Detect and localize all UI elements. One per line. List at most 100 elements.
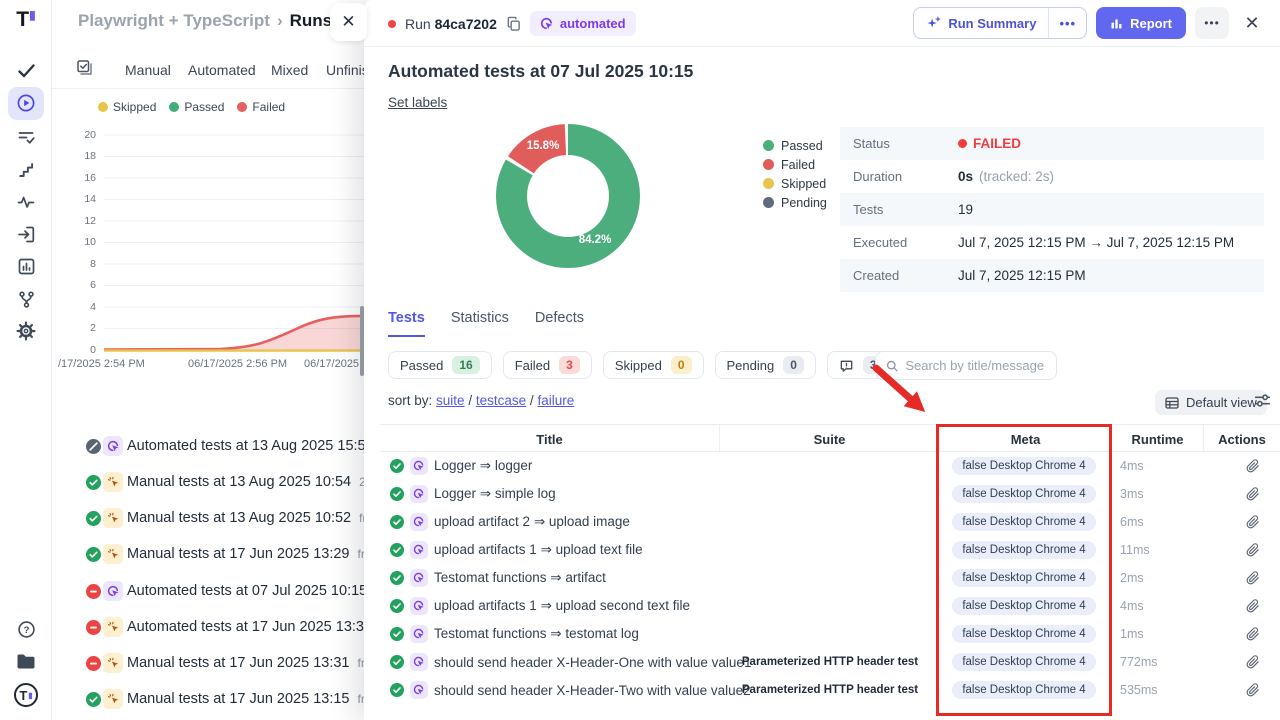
import-icon[interactable] — [0, 219, 52, 249]
filter-skipped[interactable]: Skipped0 — [603, 351, 704, 379]
test-suite — [720, 480, 940, 508]
tab-unfinished[interactable]: Unfinished — [326, 62, 365, 78]
test-result-row[interactable]: should send header X-Header-Two with val… — [380, 676, 1280, 704]
run-list-item[interactable]: Manual tests at 17 Jun 2025 13:29from — [52, 539, 365, 569]
runs-play-circle-icon[interactable] — [0, 88, 52, 118]
tab-automated[interactable]: Automated — [188, 62, 256, 78]
copy-run-id-icon[interactable] — [506, 16, 521, 32]
more-options-button[interactable]: ••• — [1195, 7, 1229, 39]
filter-failed[interactable]: Failed3 — [503, 351, 592, 379]
filter-pending[interactable]: Pending0 — [715, 351, 816, 379]
default-view-button[interactable]: Default view — [1155, 390, 1267, 415]
test-runtime: 3ms — [1120, 480, 1200, 508]
test-title: upload artifact 2 ⇒ upload image — [434, 508, 630, 536]
search-input[interactable] — [905, 358, 1046, 373]
run-title: Manual tests at 17 Jun 2025 13:15from — [127, 691, 365, 707]
attachment-action[interactable] — [1226, 620, 1280, 648]
manual-run-icon — [103, 689, 123, 709]
attachment-action[interactable] — [1226, 536, 1280, 564]
status-failed-icon — [86, 656, 101, 671]
check-nav-icon[interactable] — [0, 55, 52, 85]
legend-passed[interactable]: Passed — [763, 136, 827, 155]
test-result-row[interactable]: Logger ⇒ logger false Desktop Chrome 4 4… — [380, 452, 1280, 480]
run-list-item[interactable]: Manual tests at 17 Jun 2025 13:15from — [52, 684, 365, 714]
test-result-row[interactable]: upload artifacts 1 ⇒ upload second text … — [380, 592, 1280, 620]
drawer-close-x[interactable]: ✕ — [1238, 7, 1266, 39]
attachment-action[interactable] — [1226, 508, 1280, 536]
search-field[interactable] — [875, 351, 1057, 380]
run-list-item[interactable]: Manual tests at 13 Aug 2025 10:542 — [52, 467, 365, 497]
test-title: upload artifacts 1 ⇒ upload text file — [434, 536, 643, 564]
run-title: Automated tests at 07 Jul 2025 10:15 — [127, 583, 365, 599]
app-logo[interactable]: T▮ — [0, 8, 52, 32]
left-nav-rail: T▮ ? — [0, 0, 52, 720]
test-result-row[interactable]: Testomat functions ⇒ artifact false Desk… — [380, 564, 1280, 592]
activity-icon[interactable] — [0, 186, 52, 216]
test-result-row[interactable]: should send header X-Header-One with val… — [380, 648, 1280, 676]
legend-skipped[interactable]: Skipped — [98, 100, 156, 114]
help-icon[interactable]: ? — [0, 614, 52, 644]
breadcrumb-project[interactable]: Playwright + TypeScript — [78, 11, 270, 30]
sort-by-failure[interactable]: failure — [537, 393, 574, 408]
settings-gear-icon[interactable] — [0, 316, 52, 346]
test-suite — [720, 564, 940, 592]
sort-by-suite[interactable]: suite — [436, 393, 465, 408]
automated-icon — [540, 17, 554, 31]
tab-defects[interactable]: Defects — [535, 310, 584, 337]
column-settings-button[interactable] — [1254, 393, 1271, 413]
legend-pending[interactable]: Pending — [763, 193, 827, 212]
status-passed-icon — [86, 692, 101, 707]
svg-text:?: ? — [23, 625, 29, 636]
attachment-action[interactable] — [1226, 676, 1280, 704]
run-list-item[interactable]: Automated tests at 17 Jun 2025 13:30 — [52, 612, 365, 642]
sliders-icon — [1254, 393, 1271, 408]
report-chart-icon[interactable] — [0, 251, 52, 281]
select-runs-icon[interactable] — [76, 59, 93, 79]
filter-passed[interactable]: Passed16 — [388, 351, 492, 379]
test-result-row[interactable]: Logger ⇒ simple log false Desktop Chrome… — [380, 480, 1280, 508]
attachment-action[interactable] — [1226, 648, 1280, 676]
set-labels-link[interactable]: Set labels — [388, 95, 447, 110]
steps-icon[interactable] — [0, 154, 52, 184]
tab-mixed[interactable]: Mixed — [271, 62, 308, 78]
automated-test-icon — [410, 681, 428, 699]
list-check-icon[interactable] — [0, 122, 52, 152]
test-runtime: 2ms — [1120, 564, 1200, 592]
paperclip-icon — [1246, 683, 1260, 697]
test-result-row[interactable]: Testomat functions ⇒ testomat log false … — [380, 620, 1280, 648]
report-button[interactable]: Report — [1096, 7, 1186, 39]
bar-chart-icon — [1110, 17, 1123, 30]
attachment-action[interactable] — [1226, 480, 1280, 508]
projects-folder-icon[interactable] — [0, 646, 52, 676]
test-runtime: 4ms — [1120, 592, 1200, 620]
drawer-close-button[interactable]: ✕ — [330, 3, 367, 41]
run-summary-button[interactable]: Run Summary ••• — [913, 7, 1087, 39]
run-list-item[interactable]: Automated tests at 07 Jul 2025 10:15 — [52, 576, 365, 606]
profile-avatar[interactable]: T▮ — [0, 680, 52, 710]
test-result-row[interactable]: upload artifact 2 ⇒ upload image false D… — [380, 508, 1280, 536]
sort-by-testcase[interactable]: testcase — [476, 393, 526, 408]
paperclip-icon — [1246, 599, 1260, 613]
legend-skipped[interactable]: Skipped — [763, 174, 827, 193]
legend-failed[interactable]: Failed — [237, 100, 285, 114]
run-summary-more-button[interactable]: ••• — [1048, 8, 1086, 38]
test-result-row[interactable]: upload artifacts 1 ⇒ upload text file fa… — [380, 536, 1280, 564]
branch-icon[interactable] — [0, 284, 52, 314]
attachment-action[interactable] — [1226, 564, 1280, 592]
legend-failed[interactable]: Failed — [763, 155, 827, 174]
app-screen: T▮ ? — [0, 0, 1280, 720]
meta-badge: false Desktop Chrome 4 — [952, 681, 1095, 699]
run-list-item[interactable]: Manual tests at 13 Aug 2025 10:52from — [52, 503, 365, 533]
tab-manual[interactable]: Manual — [125, 62, 171, 78]
paperclip-icon — [1246, 459, 1260, 473]
tab-tests[interactable]: Tests — [388, 310, 425, 337]
test-passed-icon — [390, 543, 404, 562]
legend-passed[interactable]: Passed — [169, 100, 224, 114]
run-list-item[interactable]: Automated tests at 13 Aug 2025 15:53 — [52, 431, 365, 461]
tab-statistics[interactable]: Statistics — [451, 310, 509, 337]
attachment-action[interactable] — [1226, 592, 1280, 620]
attachment-action[interactable] — [1226, 452, 1280, 480]
manual-run-icon — [103, 544, 123, 564]
run-list-item[interactable]: Manual tests at 17 Jun 2025 13:31from — [52, 648, 365, 678]
run-title: Manual tests at 13 Aug 2025 10:52from — [127, 510, 365, 526]
